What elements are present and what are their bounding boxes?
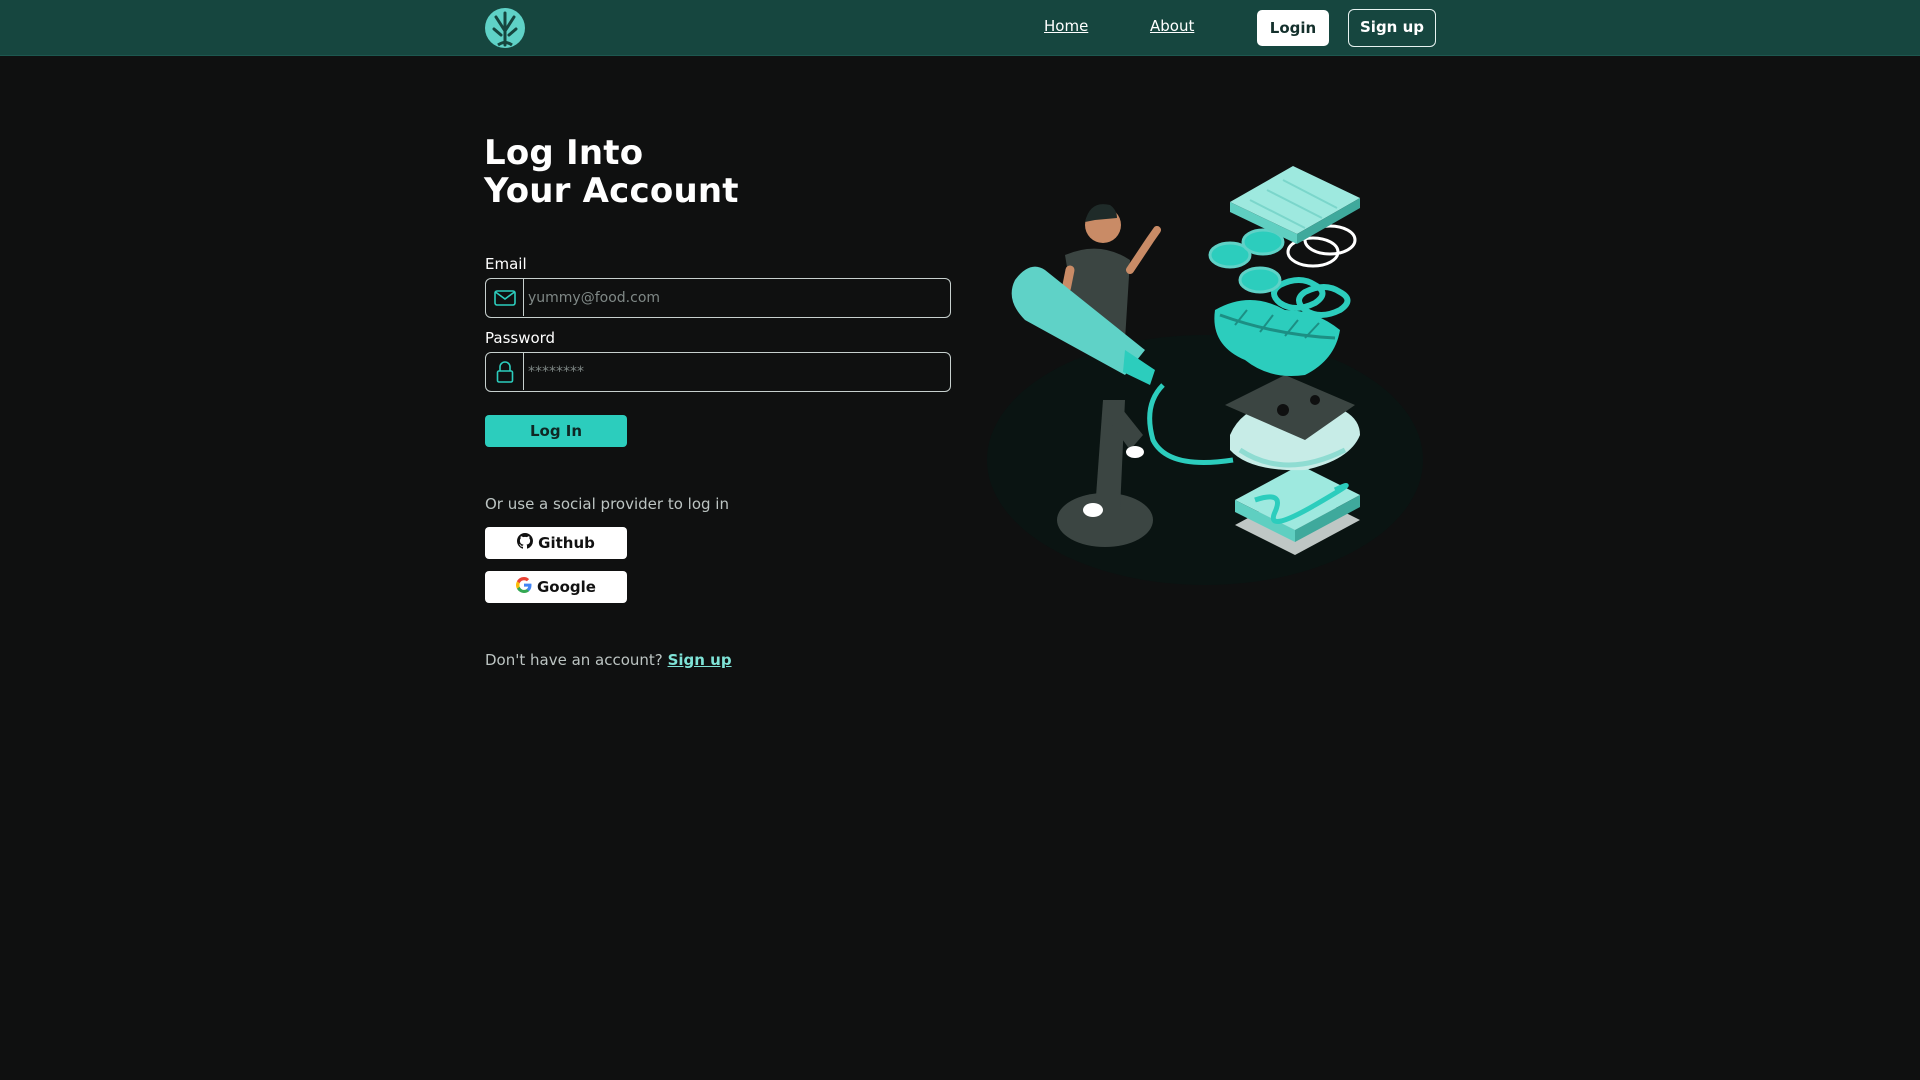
- email-input[interactable]: [528, 279, 946, 316]
- page-title-line2: Your Account: [484, 171, 739, 211]
- github-label: Github: [538, 534, 595, 552]
- github-login-button[interactable]: Github: [485, 527, 627, 559]
- password-label: Password: [485, 329, 556, 347]
- nav-link-home[interactable]: Home: [1044, 17, 1088, 35]
- nav-signup-button[interactable]: Sign up: [1348, 9, 1436, 47]
- signup-prompt-text: Don't have an account?: [485, 651, 663, 669]
- nav-link-about[interactable]: About: [1150, 17, 1194, 35]
- email-label: Email: [485, 255, 527, 273]
- signup-prompt: Don't have an account? Sign up: [485, 651, 732, 669]
- google-login-button[interactable]: Google: [485, 571, 627, 603]
- login-submit-button[interactable]: Log In: [485, 415, 627, 447]
- top-navbar: Home About Login Sign up: [0, 0, 1920, 56]
- envelope-icon: [486, 279, 524, 316]
- lock-icon: [486, 353, 524, 390]
- nav-login-button[interactable]: Login: [1257, 10, 1329, 46]
- page-title-line1: Log Into: [484, 133, 644, 173]
- google-label: Google: [537, 578, 596, 596]
- password-field-wrapper: [485, 352, 951, 392]
- password-input[interactable]: [528, 353, 946, 390]
- page-title: Log Into Your Account: [484, 134, 739, 210]
- email-field-wrapper: [485, 278, 951, 318]
- signup-link[interactable]: Sign up: [668, 651, 732, 669]
- social-login-prompt: Or use a social provider to log in: [485, 495, 729, 513]
- tree-logo-icon[interactable]: [484, 7, 526, 49]
- github-icon: [517, 533, 534, 553]
- sandwich-illustration: [985, 160, 1425, 590]
- google-icon: [516, 577, 532, 597]
